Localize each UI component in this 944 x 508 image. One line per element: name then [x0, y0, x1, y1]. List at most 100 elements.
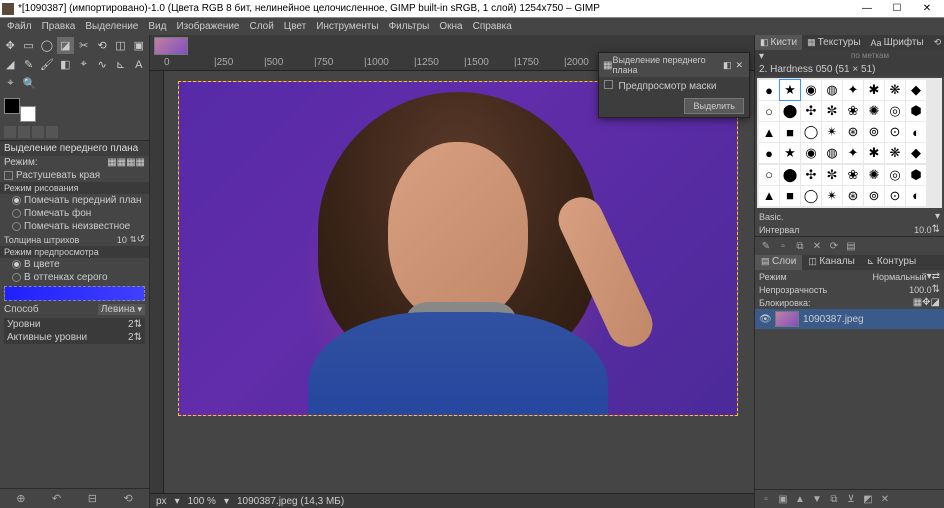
- mode-replace-icon[interactable]: ▦: [107, 157, 116, 168]
- brush-grid[interactable]: ●★◉◍✦✱❋◆○⬤✣✼❀✺◎⬢▲■◯✴⊛⊚⊙◐●★◉◍✦✱❋◆○⬤✣✼❀✺◎⬢…: [757, 78, 942, 208]
- spacing-stepper[interactable]: ⇅: [932, 224, 940, 235]
- free-select-tool[interactable]: ◯: [39, 37, 55, 54]
- rect-select-tool[interactable]: ▭: [20, 37, 36, 54]
- brush-item[interactable]: ⊚: [864, 122, 884, 142]
- path-tool[interactable]: ⊾: [112, 56, 128, 73]
- layers-tab[interactable]: ▤ Слои: [755, 255, 802, 270]
- select-button[interactable]: Выделить: [684, 98, 744, 114]
- new-group-icon[interactable]: ▣: [776, 492, 790, 506]
- brush-item[interactable]: ◎: [885, 101, 905, 121]
- stroke-width-value[interactable]: 10: [114, 235, 130, 245]
- smudge-tool[interactable]: ∿: [94, 56, 110, 73]
- crop-tool[interactable]: ✂: [76, 37, 92, 54]
- brush-item[interactable]: ○: [759, 165, 779, 185]
- blend-mode-switch-icon[interactable]: ⇄: [932, 271, 940, 282]
- menu-file[interactable]: Файл: [2, 21, 37, 32]
- menu-view[interactable]: Вид: [143, 21, 171, 32]
- brush-item[interactable]: ✴: [822, 186, 842, 206]
- menu-tools[interactable]: Инструменты: [311, 21, 383, 32]
- del-brush-icon[interactable]: ✕: [810, 239, 824, 253]
- menu-layer[interactable]: Слой: [244, 21, 278, 32]
- brush-item[interactable]: ⊙: [885, 122, 905, 142]
- brush-item[interactable]: ❋: [885, 143, 905, 163]
- brush-item[interactable]: ⬢: [906, 101, 926, 121]
- preview-color-strip[interactable]: [4, 286, 145, 301]
- layer-thumbnail[interactable]: [775, 311, 799, 327]
- preview-color-radio[interactable]: [12, 260, 21, 269]
- brush-item[interactable]: ⬤: [780, 165, 800, 185]
- maximize-button[interactable]: ☐: [882, 1, 912, 17]
- brush-item[interactable]: ◉: [801, 80, 821, 100]
- stroke-width-stepper[interactable]: ⇅: [130, 235, 137, 244]
- brush-item[interactable]: ✺: [864, 101, 884, 121]
- bg-color[interactable]: [20, 106, 36, 122]
- brush-tool[interactable]: 🖌: [39, 56, 55, 73]
- brush-item[interactable]: ⊙: [885, 186, 905, 206]
- brush-item[interactable]: ▲: [759, 186, 779, 206]
- preview-mask-checkbox[interactable]: [604, 80, 613, 89]
- move-tool[interactable]: ✥: [2, 37, 18, 54]
- brush-item[interactable]: ■: [780, 186, 800, 206]
- brush-item[interactable]: ❋: [885, 80, 905, 100]
- menu-color[interactable]: Цвет: [279, 21, 311, 32]
- stroke-width-reset-icon[interactable]: ↺: [137, 234, 145, 245]
- lower-layer-icon[interactable]: ▼: [810, 492, 824, 506]
- mask-layer-icon[interactable]: ◩: [861, 492, 875, 506]
- reset-icon[interactable]: ⟲: [124, 492, 133, 505]
- delete-layer-icon[interactable]: ✕: [878, 492, 892, 506]
- brush-item[interactable]: ⊛: [843, 122, 863, 142]
- brushes-tab[interactable]: ◧ Кисти: [755, 35, 802, 50]
- ruler-vertical[interactable]: [150, 71, 164, 493]
- brush-item[interactable]: ▲: [759, 122, 779, 142]
- brush-item[interactable]: ⊚: [864, 186, 884, 206]
- mode-add-icon[interactable]: ▦: [117, 157, 126, 168]
- dup-brush-icon[interactable]: ⧉: [793, 239, 807, 253]
- device-status-tab[interactable]: [18, 126, 30, 138]
- brush-item[interactable]: ✦: [843, 143, 863, 163]
- brush-item[interactable]: ★: [780, 143, 800, 163]
- save-preset-icon[interactable]: ⊕: [16, 492, 25, 505]
- fg-color[interactable]: [4, 98, 20, 114]
- layer-name[interactable]: 1090387.jpeg: [803, 314, 864, 325]
- foreground-select-tool[interactable]: ◪: [57, 37, 73, 54]
- new-brush-icon[interactable]: ▫: [776, 239, 790, 253]
- brush-item[interactable]: ⊛: [843, 186, 863, 206]
- brush-item[interactable]: ◎: [885, 165, 905, 185]
- spacing-value[interactable]: 10.0: [914, 225, 932, 235]
- brush-item[interactable]: ✺: [864, 165, 884, 185]
- bucket-tool[interactable]: ▣: [131, 37, 147, 54]
- dup-layer-icon[interactable]: ⧉: [827, 492, 841, 506]
- canvas[interactable]: [178, 81, 738, 416]
- unit-select[interactable]: px: [156, 496, 167, 507]
- brush-item[interactable]: ●: [759, 143, 779, 163]
- brush-item[interactable]: ✼: [822, 101, 842, 121]
- brush-item[interactable]: ★: [780, 80, 800, 100]
- brush-item[interactable]: ❀: [843, 101, 863, 121]
- edit-brush-icon[interactable]: ✎: [759, 239, 773, 253]
- brush-item[interactable]: ◯: [801, 186, 821, 206]
- brush-item[interactable]: ◍: [822, 143, 842, 163]
- close-button[interactable]: ✕: [912, 1, 942, 17]
- gradient-tool[interactable]: ◢: [2, 56, 18, 73]
- warp-tool[interactable]: ◫: [112, 37, 128, 54]
- history-tab[interactable]: ⟲ История: [929, 35, 944, 50]
- color-swatch[interactable]: [4, 98, 36, 122]
- menu-filters[interactable]: Фильтры: [384, 21, 435, 32]
- new-layer-icon[interactable]: ▫: [759, 492, 773, 506]
- menu-help[interactable]: Справка: [468, 21, 517, 32]
- text-tool[interactable]: A: [131, 56, 147, 73]
- brush-item[interactable]: ✴: [822, 122, 842, 142]
- channels-tab[interactable]: ◫ Каналы: [802, 255, 861, 270]
- menu-edit[interactable]: Правка: [37, 21, 81, 32]
- brush-item[interactable]: ◯: [801, 122, 821, 142]
- active-levels-stepper[interactable]: ⇅: [134, 332, 142, 343]
- lock-position-icon[interactable]: ✥: [922, 297, 930, 308]
- clone-tool[interactable]: ⌖: [76, 56, 92, 73]
- brush-item[interactable]: ◆: [906, 80, 926, 100]
- visibility-icon[interactable]: 👁: [759, 314, 771, 325]
- layer-row[interactable]: 👁 1090387.jpeg: [755, 309, 944, 329]
- brush-item[interactable]: ✱: [864, 80, 884, 100]
- brush-item[interactable]: ◆: [906, 143, 926, 163]
- blend-mode-select[interactable]: Нормальный: [872, 272, 926, 282]
- menu-windows[interactable]: Окна: [434, 21, 467, 32]
